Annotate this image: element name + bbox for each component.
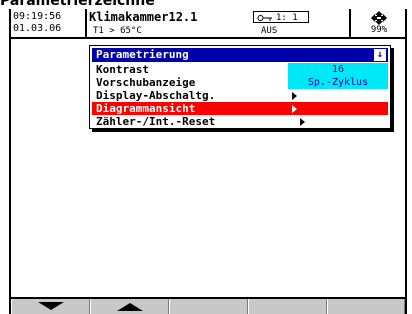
- close-icon[interactable]: ↓: [374, 49, 386, 61]
- parameter-menu: Parametrierung ↓ Kontrast 16 Sp.-Zyklus …: [89, 45, 391, 129]
- network-icon: [371, 11, 387, 25]
- menu-item-label: Display-Abschaltg.: [96, 89, 216, 102]
- channel-indicator: 1: 1: [253, 11, 309, 23]
- softkey-bar: [11, 297, 405, 314]
- submenu-arrow-icon: [300, 118, 305, 126]
- device-title: Klimakammer12.1: [89, 10, 198, 24]
- menu-item-label: Kontrast: [96, 63, 149, 76]
- menu-item-zaehler-reset[interactable]: Zähler-/Int.-Reset: [92, 115, 388, 128]
- softkey-3[interactable]: [169, 299, 248, 314]
- status-header: 09:19:56 01.03.06 Klimakammer12.1 1: 1 T…: [11, 9, 405, 39]
- key-icon: [257, 15, 272, 21]
- network-panel: 99%: [349, 9, 405, 37]
- softkey-down[interactable]: [11, 299, 90, 314]
- menu-title-bar: Parametrierung ↓: [92, 48, 388, 62]
- clock-time: 09:19:56: [13, 11, 62, 22]
- arrow-up-icon: [117, 303, 143, 311]
- menu-item-label: Zähler-/Int.-Reset: [96, 115, 216, 128]
- menu-title: Parametrierung: [96, 48, 189, 61]
- clock-date: 01.03.06: [13, 23, 62, 34]
- softkey-5[interactable]: [327, 299, 405, 314]
- menu-item-display-abschaltung[interactable]: Display-Abschaltg.: [92, 89, 388, 102]
- menu-item-label: Vorschubanzeige: [96, 76, 196, 89]
- clock-panel: 09:19:56 01.03.06: [11, 9, 87, 37]
- softkey-4[interactable]: [248, 299, 327, 314]
- device-screen: 09:19:56 01.03.06 Klimakammer12.1 1: 1 T…: [9, 9, 407, 314]
- kontrast-value: 16: [331, 64, 345, 75]
- battery-percent: 99%: [370, 25, 388, 35]
- submenu-arrow-icon: [292, 92, 297, 100]
- menu-item-vorschubanzeige[interactable]: Vorschubanzeige: [92, 76, 388, 89]
- alarm-status: AUS: [261, 26, 278, 36]
- softkey-up[interactable]: [90, 299, 169, 314]
- alarm-condition: T1 > 65°C: [93, 26, 142, 36]
- arrow-down-icon: [38, 302, 64, 310]
- menu-item-kontrast[interactable]: Kontrast 16 Sp.-Zyklus: [92, 63, 388, 89]
- submenu-arrow-icon: [292, 105, 297, 113]
- channel-value: 1: 1: [276, 13, 298, 23]
- page-heading: Parametrierzeichne: [0, 0, 155, 9]
- menu-item-label: Diagrammansicht: [96, 102, 196, 115]
- menu-item-diagrammansicht[interactable]: Diagrammansicht: [92, 102, 388, 115]
